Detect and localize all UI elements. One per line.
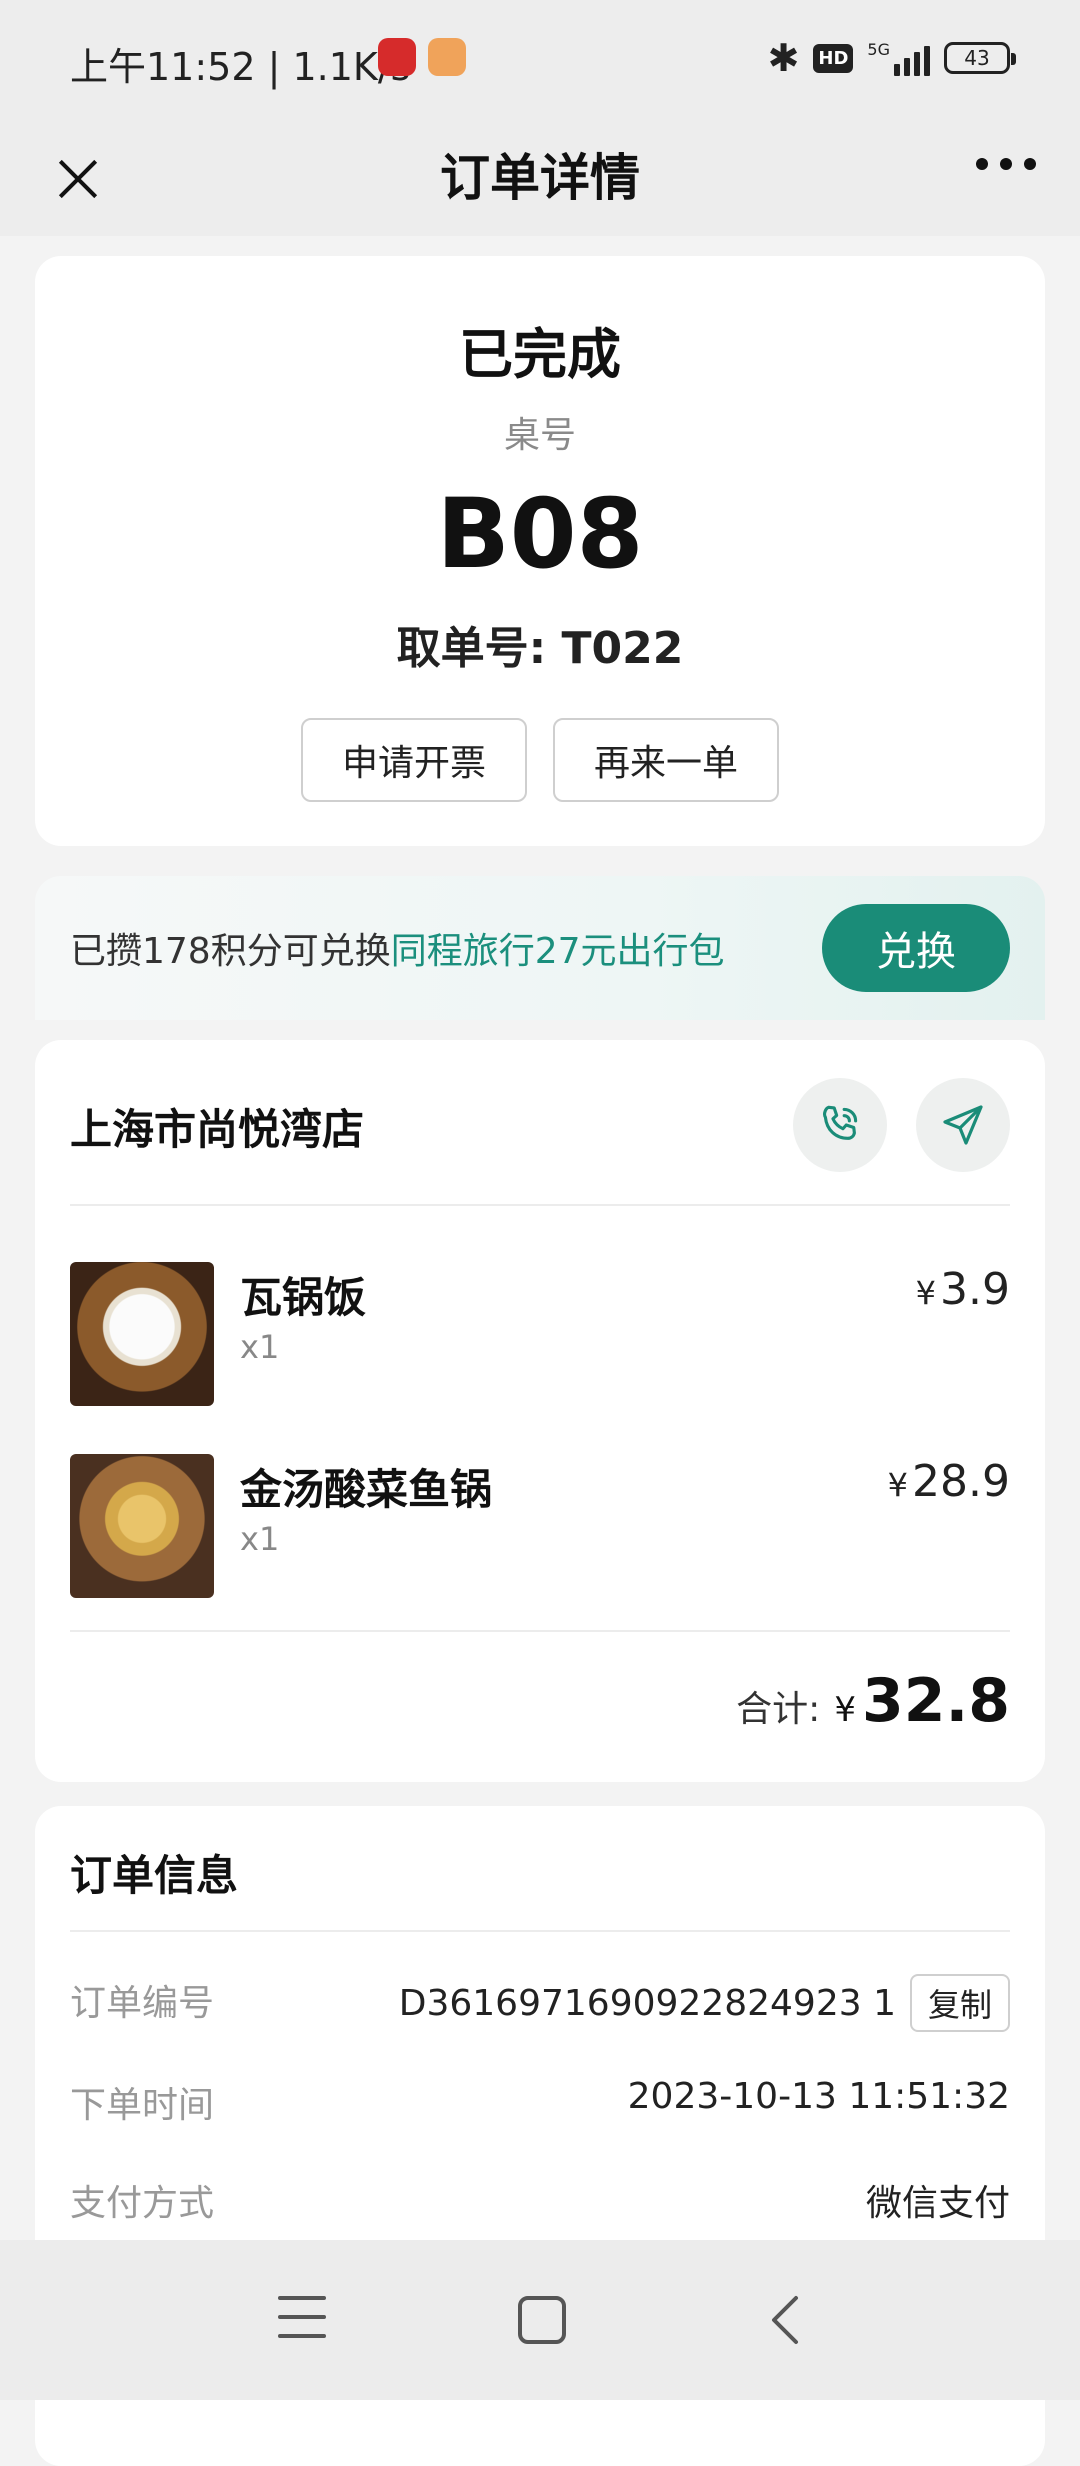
payment-method: 微信支付 — [865, 2183, 1010, 2224]
info-row-order-number: 订单编号 D3616971690922824923 1 复制 — [70, 1974, 1010, 2034]
status-time: 上午11:52 | 1.1K/s — [70, 45, 411, 89]
notification-app-icon — [378, 38, 416, 76]
divider — [70, 1630, 1010, 1632]
item-qty: x1 — [240, 1328, 280, 1366]
item-name: 金汤酸菜鱼锅 — [240, 1465, 493, 1514]
notification-app-icon — [428, 38, 466, 76]
info-row-order-time: 下单时间 2023-10-13 11:51:32 — [70, 2076, 1010, 2126]
order-status: 已完成 — [459, 323, 621, 386]
nav-bar: 订单详情 — [0, 110, 1080, 236]
divider — [70, 1930, 1010, 1932]
order-time: 2023-10-13 11:51:32 — [627, 2076, 1010, 2117]
store-name: 上海市尚悦湾店 — [70, 1105, 365, 1154]
order-number: D3616971690922824923 1 — [398, 1982, 896, 2024]
reorder-button[interactable]: 再来一单 — [553, 718, 779, 802]
store-card: 上海市尚悦湾店 瓦锅饭 x1 ¥3.9 金汤酸菜鱼锅 x1 ¥28.9 合计: … — [35, 1040, 1045, 1782]
rice-pot-image — [70, 1262, 214, 1406]
hd-icon: HD — [813, 43, 854, 73]
page-title: 订单详情 — [440, 149, 640, 207]
battery-icon: 43 — [944, 42, 1016, 74]
navigate-icon[interactable] — [916, 1078, 1010, 1172]
system-nav-bar — [0, 2240, 1080, 2400]
item-price: ¥28.9 — [887, 1456, 1010, 1507]
list-item[interactable]: 金汤酸菜鱼锅 x1 ¥28.9 — [70, 1454, 1010, 1598]
table-number: B08 — [436, 478, 644, 590]
table-label: 桌号 — [503, 415, 576, 456]
invoice-button[interactable]: 申请开票 — [301, 718, 527, 802]
status-bar: 上午11:52 | 1.1K/s ✱ HD 5G 43 — [0, 0, 1080, 110]
fish-pot-image — [70, 1454, 214, 1598]
status-icons: ✱ HD 5G 43 — [767, 36, 1016, 80]
signal-icon: 5G — [867, 40, 930, 76]
home-icon[interactable] — [518, 2296, 566, 2344]
order-total: 合计: ¥ 32.8 — [736, 1666, 1010, 1736]
promo-text: 已攒178积分可兑换 — [70, 931, 391, 972]
order-status-card: 已完成 桌号 B08 取单号: T022 申请开票 再来一单 — [35, 256, 1045, 846]
more-icon[interactable] — [976, 158, 1036, 170]
section-title: 订单信息 — [70, 1851, 239, 1900]
list-item[interactable]: 瓦锅饭 x1 ¥3.9 — [70, 1262, 1010, 1406]
redeem-button[interactable]: 兑换 — [822, 904, 1010, 992]
item-name: 瓦锅饭 — [240, 1273, 367, 1322]
item-price: ¥3.9 — [915, 1264, 1010, 1315]
back-icon[interactable] — [764, 2294, 808, 2346]
promo-highlight[interactable]: 同程旅行27元出行包 — [391, 931, 725, 972]
total-label: 合计: — [736, 1689, 821, 1730]
total-amount: 32.8 — [861, 1666, 1010, 1736]
divider — [70, 1204, 1010, 1206]
points-promo-banner: 已攒178积分可兑换同程旅行27元出行包 兑换 — [35, 876, 1045, 1020]
phone-icon[interactable] — [793, 1078, 887, 1172]
info-row-payment: 支付方式 微信支付 — [70, 2174, 1010, 2234]
item-qty: x1 — [240, 1520, 280, 1558]
menu-icon[interactable] — [278, 2296, 326, 2338]
bluetooth-icon: ✱ — [767, 36, 800, 80]
copy-button[interactable]: 复制 — [909, 1974, 1010, 2032]
pickup-number: 取单号: T022 — [396, 623, 684, 674]
